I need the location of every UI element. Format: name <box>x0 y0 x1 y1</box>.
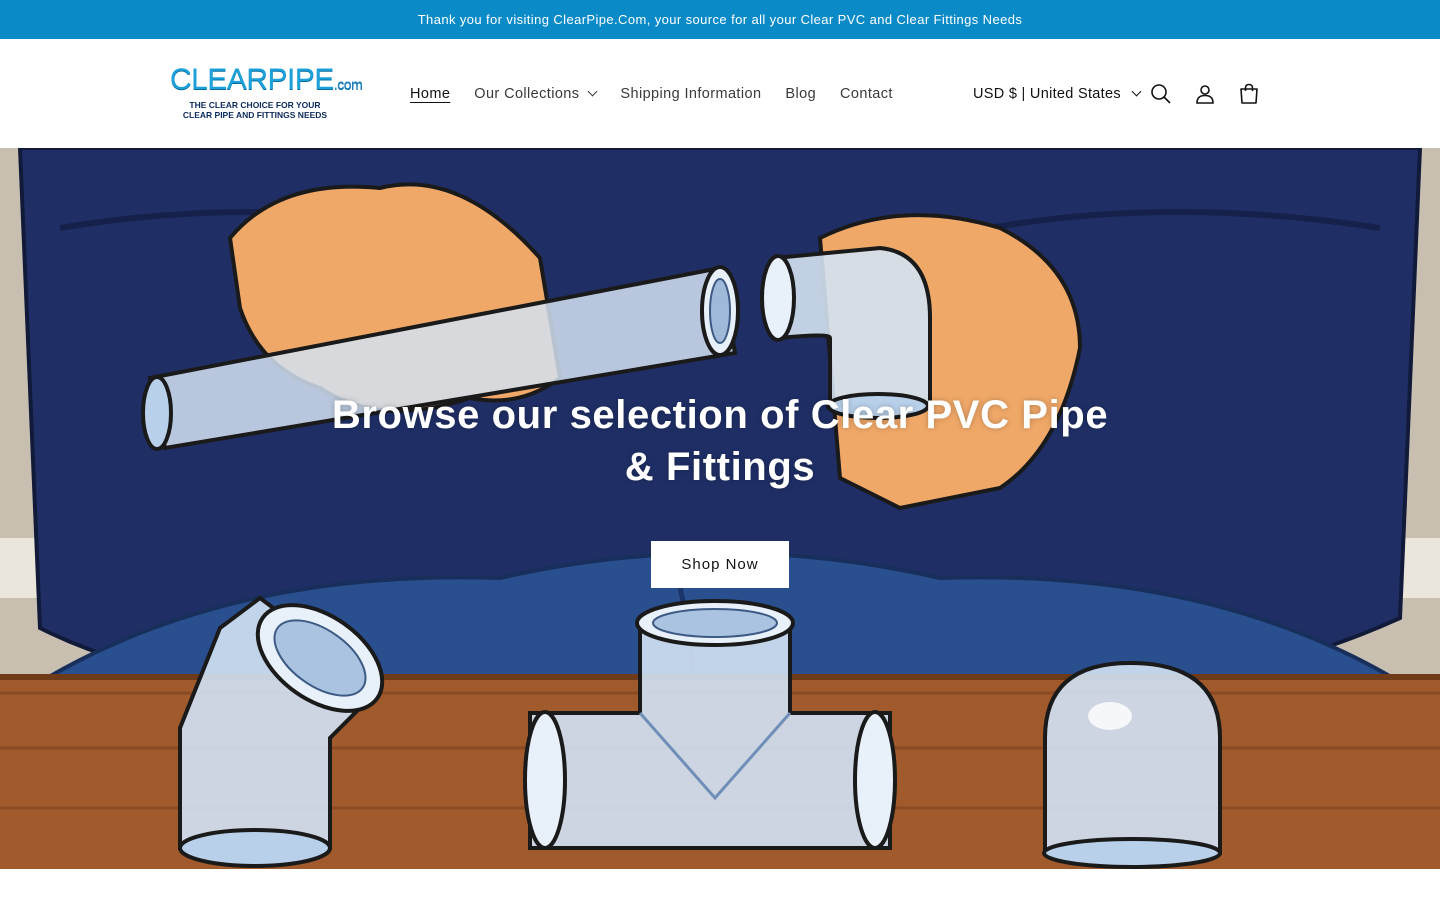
main-nav: Home Our Collections Shipping Informatio… <box>410 39 917 148</box>
search-icon[interactable] <box>1150 83 1172 105</box>
nav-item-our-collections[interactable]: Our Collections <box>474 85 598 102</box>
logo-wordmark: CLEARPIPE.com <box>170 63 363 96</box>
nav-item-home[interactable]: Home <box>410 86 450 102</box>
announcement-bar: Thank you for visiting ClearPipe.Com, yo… <box>0 0 1440 39</box>
chevron-down-icon <box>1131 86 1142 97</box>
nav-item-label: Our Collections <box>474 85 580 102</box>
chevron-down-icon <box>587 86 598 97</box>
site-logo[interactable]: CLEARPIPE.com THE CLEAR CHOICE FOR YOUR … <box>170 65 370 121</box>
shop-now-button[interactable]: Shop Now <box>651 541 789 589</box>
hero-banner: Browse our selection of Clear PVC Pipe &… <box>0 148 1440 869</box>
site-header: CLEARPIPE.com THE CLEAR CHOICE FOR YOUR … <box>0 39 1440 148</box>
hero-title: Browse our selection of Clear PVC Pipe &… <box>331 392 1109 489</box>
logo-suffix: .com <box>333 76 363 92</box>
country-selector-label: USD $ | United States <box>973 85 1121 102</box>
hero-content: Browse our selection of Clear PVC Pipe &… <box>0 148 1440 869</box>
cart-icon[interactable] <box>1238 83 1260 105</box>
nav-item-contact[interactable]: Contact <box>840 86 893 102</box>
nav-item-shipping-information[interactable]: Shipping Information <box>620 86 761 102</box>
account-icon[interactable] <box>1194 83 1216 105</box>
logo-tagline: THE CLEAR CHOICE FOR YOUR CLEAR PIPE AND… <box>182 100 328 120</box>
nav-item-blog[interactable]: Blog <box>785 86 816 102</box>
announcement-text: Thank you for visiting ClearPipe.Com, yo… <box>417 12 1023 27</box>
header-icons <box>1150 39 1260 148</box>
country-selector[interactable]: USD $ | United States <box>973 39 1142 148</box>
